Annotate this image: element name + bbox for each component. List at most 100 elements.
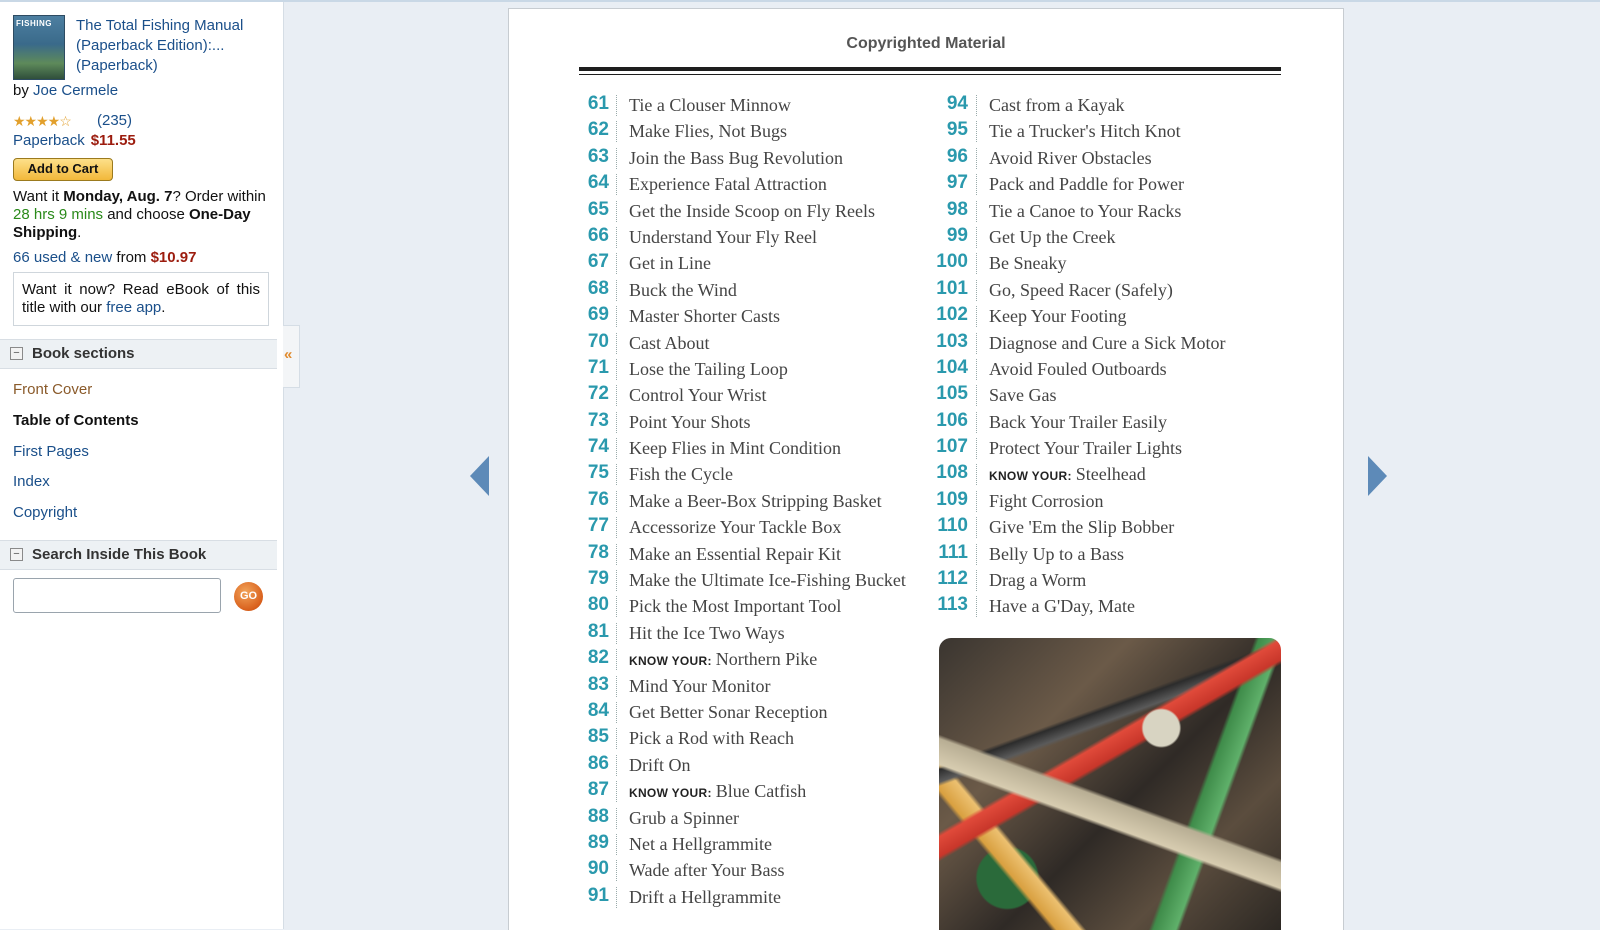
collapse-minus-icon[interactable]: − (10, 548, 23, 561)
nav-item-index[interactable]: Index (13, 473, 50, 490)
toc-title-text: Tie a Trucker's Hitch Knot (989, 121, 1181, 142)
toc-title: Make Flies, Not Bugs (629, 119, 787, 143)
toc-title-text: Save Gas (989, 385, 1057, 406)
toc-title-text: Lose the Tailing Loop (629, 358, 788, 379)
toc-divider (616, 226, 617, 248)
toc-title: Buck the Wind (629, 278, 737, 302)
delivery-and-choose: and choose (107, 206, 185, 223)
toc-number: 90 (587, 858, 609, 880)
free-app-link[interactable]: free app (106, 299, 161, 316)
nav-item-copyright[interactable]: Copyright (13, 504, 77, 521)
toc-divider (616, 833, 617, 855)
toc-number: 73 (587, 409, 609, 431)
toc-number: 75 (587, 462, 609, 484)
toc-divider (616, 279, 617, 301)
toc-number: 112 (937, 568, 968, 590)
toc-title-text: Have a G'Day, Mate (989, 596, 1136, 617)
toc-divider (976, 253, 977, 275)
toc-title-text: Point Your Shots (629, 411, 751, 432)
toc-divider (976, 385, 977, 407)
toc-title: KNOW YOUR: Blue Catfish (629, 779, 806, 805)
toc-title-text: Net a Hellgrammite (629, 833, 772, 854)
toc-title-text: Master Shorter Casts (629, 306, 780, 327)
toc-divider (976, 411, 977, 433)
format-link[interactable]: Paperback (13, 132, 85, 149)
delivery-want-it: Want it (13, 188, 60, 205)
toc-title: Make an Essential Repair Kit (629, 542, 841, 566)
book-sections-header[interactable]: − Book sections (0, 339, 277, 369)
next-page-arrow-icon[interactable] (1368, 456, 1387, 496)
toc-divider (976, 174, 977, 196)
toc-title: Tie a Clouser Minnow (629, 93, 791, 117)
toc-title: Avoid Fouled Outboards (989, 357, 1167, 381)
toc-number: 111 (938, 541, 968, 563)
toc-title: Grub a Spinner (629, 806, 739, 830)
search-inside-header[interactable]: − Search Inside This Book (0, 540, 277, 570)
toc-title: Tie a Canoe to Your Racks (989, 199, 1181, 223)
toc-title-text: Accessorize Your Tackle Box (629, 517, 842, 538)
toc-divider (976, 438, 977, 460)
previous-page-arrow-icon[interactable] (470, 456, 489, 496)
format-price-line: Paperback $11.55 (13, 132, 136, 149)
toc-title: Master Shorter Casts (629, 304, 780, 328)
collapse-minus-icon[interactable]: − (10, 347, 23, 360)
author-link[interactable]: Joe Cermele (33, 82, 118, 99)
add-to-cart-button[interactable]: Add to Cart (13, 158, 113, 181)
search-go-button[interactable]: GO (234, 582, 263, 611)
toc-number: 67 (587, 251, 609, 273)
toc-title-text: Fight Corrosion (989, 490, 1104, 511)
search-inside-input[interactable] (13, 578, 221, 613)
nav-item-table-of-contents[interactable]: Table of Contents (13, 412, 139, 429)
toc-title-text: Keep Flies in Mint Condition (629, 438, 842, 459)
toc-divider (976, 490, 977, 512)
toc-divider (616, 781, 617, 803)
toc-divider (616, 121, 617, 143)
nav-item-first-pages[interactable]: First Pages (13, 443, 89, 460)
review-count-link[interactable]: (235) (97, 112, 132, 129)
toc-number: 109 (936, 488, 968, 510)
toc-divider (616, 570, 617, 592)
toc-title-text: Belly Up to a Bass (989, 543, 1124, 564)
toc-number: 63 (587, 145, 609, 167)
toc-title: Wade after Your Bass (629, 858, 785, 882)
toc-title: Protect Your Trailer Lights (989, 436, 1182, 460)
toc-number: 95 (946, 119, 968, 141)
toc-title-text: Diagnose and Cure a Sick Motor (989, 332, 1226, 353)
toc-number: 101 (936, 277, 968, 299)
toc-divider (976, 121, 977, 143)
toc-number: 94 (946, 93, 968, 114)
toc-divider (616, 517, 617, 539)
toc-divider (976, 95, 977, 116)
toc-number: 77 (587, 515, 609, 537)
book-sections-title: Book sections (32, 345, 135, 362)
toc-number: 62 (587, 119, 609, 141)
book-cover-thumbnail[interactable]: FISHING (13, 15, 65, 80)
toc-number: 81 (587, 620, 609, 642)
toc-title-text: Make a Beer-Box Stripping Basket (629, 490, 882, 511)
toc-number: 65 (587, 198, 609, 220)
toc-title-text: Control Your Wrist (629, 385, 767, 406)
used-new-link[interactable]: 66 used & new (13, 249, 112, 266)
fishing-tackle-photo (939, 638, 1281, 930)
toc-title-text: Give 'Em the Slip Bobber (989, 517, 1175, 538)
collapse-sidebar-tab[interactable]: « (283, 325, 300, 388)
toc-divider (616, 174, 617, 196)
star-rating-icon[interactable]: ★★★★☆ (13, 113, 72, 130)
toc-number: 98 (946, 198, 968, 220)
toc-title-text: Avoid Fouled Outboards (989, 358, 1167, 379)
nav-item-front-cover[interactable]: Front Cover (13, 381, 92, 398)
toc-number: 61 (587, 93, 609, 114)
toc-divider (976, 226, 977, 248)
toc-title: Get Better Sonar Reception (629, 700, 827, 724)
toc-title-text: Tie a Canoe to Your Racks (989, 200, 1182, 221)
book-title-link[interactable]: The Total Fishing Manual (Paperback Edit… (76, 16, 281, 76)
toc-divider (616, 385, 617, 407)
toc-number: 110 (937, 515, 968, 537)
toc-title: Accessorize Your Tackle Box (629, 515, 841, 539)
toc-title: Pack and Paddle for Power (989, 172, 1184, 196)
toc-title-text: Steelhead (1075, 464, 1146, 485)
toc-title-text: Wade after Your Bass (629, 860, 785, 881)
toc-divider (976, 279, 977, 301)
toc-number: 104 (936, 356, 968, 378)
toc-title: Make the Ultimate Ice-Fishing Bucket (629, 568, 906, 592)
